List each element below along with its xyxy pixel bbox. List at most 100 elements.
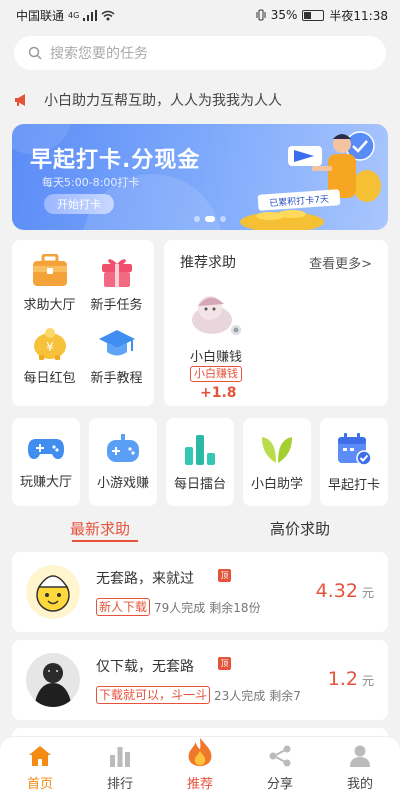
bottom-nav: 首页 排行 推荐 分享 我的	[0, 736, 400, 800]
banner-subtitle: 每天5:00-8:00打卡	[42, 176, 140, 189]
svg-text:¥: ¥	[46, 340, 54, 354]
nav-label: 推荐	[186, 777, 213, 792]
task-done: 79人完成	[154, 600, 206, 615]
notice-text: 小白助力互帮互助，人人为我我为人人	[44, 93, 282, 109]
gamepad-icon	[28, 438, 64, 459]
clock-text: 半夜11:38	[329, 8, 388, 23]
banner-title: 早起打卡.分现金	[30, 148, 201, 173]
menu-item-newbie-task[interactable]: 新手任务	[83, 252, 150, 321]
task-avatar	[26, 565, 80, 619]
task-title: 无套路，来就过	[96, 571, 194, 587]
tab-high-price[interactable]: 高价求助	[200, 512, 400, 544]
task-meta: 新人下载 79人完成 剩余18份	[96, 598, 261, 616]
menu-item-daily-redpacket[interactable]: ¥ 每日红包	[16, 325, 83, 394]
flame-icon	[188, 737, 212, 767]
network-text: 4G	[68, 10, 80, 20]
search-input[interactable]: 搜索您要的任务	[14, 36, 386, 70]
signal-icon	[83, 9, 98, 21]
vibrate-icon	[256, 9, 266, 21]
task-card[interactable]: 无套路，来就过 顶 新人下载 79人完成 剩余18份 4.32 元	[12, 552, 388, 632]
price-unit: 元	[361, 674, 374, 688]
task-title: 仅下载，无套路	[96, 659, 194, 675]
task-price: 1.2 元	[328, 668, 374, 690]
task-label: 新人下载	[96, 598, 151, 616]
recommend-header: 推荐求助 查看更多>	[180, 252, 372, 272]
nav-home[interactable]: 首页	[0, 737, 80, 800]
tile-label: 早起打卡	[327, 477, 380, 493]
calendar-check-icon	[338, 432, 372, 466]
task-price: 4.32 元	[316, 580, 374, 602]
tile-minigame-earn[interactable]: 小游戏赚	[89, 418, 157, 506]
menu-item-help-hall[interactable]: 求助大厅	[16, 252, 83, 321]
banner-dot[interactable]	[194, 216, 200, 222]
tile-label: 小白助学	[250, 476, 303, 492]
recommend-avatar[interactable]	[186, 290, 244, 338]
promo-banner[interactable]: 早起打卡.分现金 每天5:00-8:00打卡 开始打卡 已累积打卡7天	[12, 124, 388, 230]
wifi-icon	[101, 10, 115, 20]
nav-profile[interactable]: 我的	[320, 737, 400, 800]
search-icon	[28, 46, 42, 60]
ranking-icon	[110, 747, 130, 767]
task-meta: 下载就可以，斗一斗 23人完成 剩余7	[96, 686, 301, 704]
banner-dot[interactable]	[220, 216, 226, 222]
graduation-cap-icon	[97, 325, 137, 363]
task-remain: 剩余18份	[209, 600, 261, 615]
task-remain: 剩余7	[269, 688, 301, 703]
tile-label: 每日擂台	[173, 476, 226, 492]
tile-morning-checkin[interactable]: 早起打卡	[320, 418, 388, 506]
menu-label: 新手任务	[90, 298, 143, 313]
share-icon	[269, 745, 291, 767]
price-unit: 元	[361, 586, 374, 600]
tile-label: 小游戏赚	[96, 475, 149, 491]
banner-pagination	[194, 216, 226, 222]
feature-tiles: 玩赚大厅 小游戏赚 每日擂台 小白助学 早起打卡	[12, 418, 388, 506]
nav-label: 我的	[346, 777, 373, 792]
battery-icon	[302, 9, 325, 21]
recommend-amount: +1.8	[200, 385, 237, 401]
menu-label: 求助大厅	[23, 298, 76, 313]
start-checkin-button[interactable]: 开始打卡	[44, 194, 114, 214]
notice-bar[interactable]: 小白助力互帮互助，人人为我我为人人	[14, 88, 386, 112]
nav-share[interactable]: 分享	[240, 737, 320, 800]
task-card[interactable]: 仅下载，无套路 顶 下载就可以，斗一斗 23人完成 剩余7 1.2 元	[12, 640, 388, 720]
briefcase-icon	[30, 252, 70, 290]
recommend-card: 推荐求助 查看更多> 小白赚钱 小白赚钱 +1.8	[164, 240, 388, 406]
recommend-name: 小白赚钱	[190, 350, 243, 365]
carrier-text: 中国联通	[16, 8, 65, 23]
menu-item-newbie-tutorial[interactable]: 新手教程	[83, 325, 150, 394]
recommend-title: 推荐求助	[180, 255, 236, 271]
nav-label: 排行	[106, 777, 133, 792]
status-bar: 中国联通 4G 35% 半夜11:38	[0, 0, 400, 30]
menu-label: 每日红包	[23, 371, 76, 386]
status-left: 中国联通 4G	[16, 7, 115, 24]
nav-label: 首页	[26, 777, 53, 792]
nav-recommend[interactable]: 推荐	[160, 737, 240, 800]
tile-daily-arena[interactable]: 每日擂台	[166, 418, 234, 506]
battery-percent: 35%	[270, 8, 298, 22]
megaphone-icon	[15, 94, 25, 106]
price-value: 1.2	[327, 668, 358, 690]
task-tabs: 最新求助 高价求助	[0, 512, 400, 544]
tile-label: 玩赚大厅	[19, 474, 72, 490]
search-placeholder: 搜索您要的任务	[50, 46, 148, 62]
user-icon	[350, 745, 370, 767]
nav-label: 分享	[266, 777, 293, 792]
task-label: 下载就可以，斗一斗	[96, 686, 211, 704]
home-icon	[29, 746, 51, 766]
gift-icon	[97, 252, 137, 290]
tile-play-earn[interactable]: 玩赚大厅	[12, 418, 80, 506]
menu-label: 新手教程	[90, 371, 143, 386]
task-done: 23人完成	[214, 688, 266, 703]
controller-icon	[107, 433, 139, 462]
view-more-link[interactable]: 查看更多>	[309, 253, 372, 272]
bar-chart-icon	[185, 434, 215, 465]
nav-ranking[interactable]: 排行	[80, 737, 160, 800]
status-right: 35% 半夜11:38	[256, 7, 388, 24]
banner-dot-active[interactable]	[205, 216, 215, 222]
pinned-badge: 顶	[218, 657, 231, 670]
sprout-icon	[262, 436, 292, 463]
tab-latest[interactable]: 最新求助	[0, 512, 200, 544]
price-value: 4.32	[315, 580, 358, 602]
piggy-bank-icon: ¥	[30, 325, 70, 363]
tile-study-aid[interactable]: 小白助学	[243, 418, 311, 506]
